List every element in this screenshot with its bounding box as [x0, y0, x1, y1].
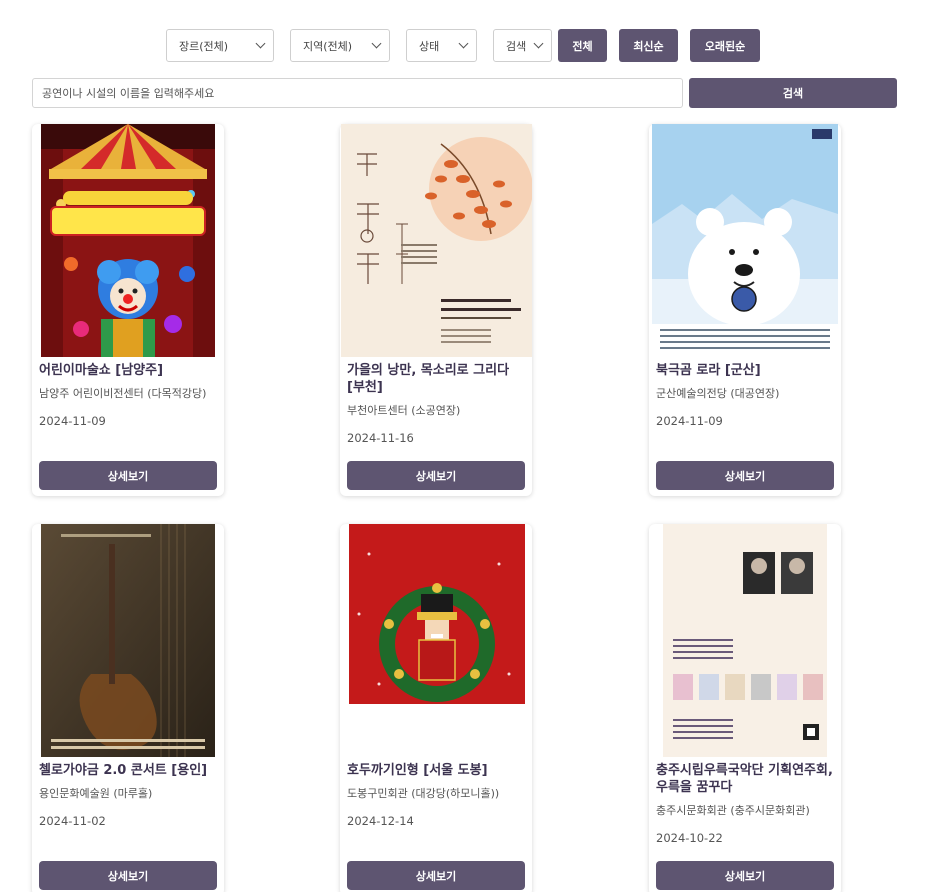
search-placeholder: 공연이나 시설의 이름을 입력해주세요	[42, 87, 215, 100]
region-select[interactable]: 지역(전체)	[290, 29, 390, 62]
card-title-text: 북극곰 로라 [군산]	[656, 363, 761, 378]
poster-image[interactable]	[652, 124, 838, 357]
status-select[interactable]: 상태	[406, 29, 477, 62]
card-venue: 충주시문화회관 (충주시문화회관)	[656, 804, 810, 817]
card-title[interactable]: 충주시립우륵국악단 기획연주회, 우륵을 꿈꾸다 충주시문화회관 (충주시문화회…	[656, 762, 838, 847]
card-date: 2024-11-02	[39, 814, 106, 828]
status-select-label: 상태	[419, 39, 440, 53]
oldest-button[interactable]: 오래된순	[690, 29, 760, 62]
card-title[interactable]: 호두까기인형 [서울 도봉] 도봉구민회관 (대강당(하모니홀)) 2024-1…	[347, 762, 529, 830]
detail-button[interactable]: 상세보기	[656, 861, 834, 890]
card-date: 2024-12-14	[347, 814, 414, 828]
card-venue: 용인문화예술원 (마루홀)	[39, 787, 153, 800]
performance-card[interactable]: 어린이마술쇼 [남양주] 남양주 어린이비전센터 (다목적강당) 2024-11…	[32, 124, 224, 496]
detail-button[interactable]: 상세보기	[39, 461, 217, 490]
genre-select-label: 장르(전체)	[179, 39, 229, 53]
card-venue: 남양주 어린이비전센터 (다목적강당)	[39, 387, 207, 400]
detail-button[interactable]: 상세보기	[347, 861, 525, 890]
poster-image[interactable]	[349, 524, 525, 757]
filter-bar: 장르(전체) 지역(전체) 상태 검색 전체 최신순 오래된순	[166, 29, 772, 62]
poster-image[interactable]	[341, 124, 532, 357]
poster-image[interactable]	[663, 524, 827, 757]
chevron-down-icon	[255, 38, 266, 49]
poster-image[interactable]	[41, 124, 215, 357]
chevron-down-icon	[533, 38, 544, 49]
card-venue: 도봉구민회관 (대강당(하모니홀))	[347, 787, 500, 800]
chevron-down-icon	[371, 38, 382, 49]
genre-select[interactable]: 장르(전체)	[166, 29, 274, 62]
card-venue: 부천아트센터 (소공연장)	[347, 404, 461, 417]
card-date: 2024-11-09	[656, 414, 723, 428]
card-title[interactable]: 가을의 낭만, 목소리로 그리다 [부천] 부천아트센터 (소공연장) 2024…	[347, 362, 529, 447]
search-type-label: 검색	[506, 39, 527, 53]
performance-card[interactable]: 북극곰 로라 [군산] 군산예술의전당 (대공연장) 2024-11-09 상세…	[649, 124, 841, 496]
search-button[interactable]: 검색	[689, 78, 897, 108]
card-title-text: 어린이마술쇼 [남양주]	[39, 363, 164, 378]
detail-button[interactable]: 상세보기	[39, 861, 217, 890]
detail-button[interactable]: 상세보기	[347, 461, 525, 490]
card-date: 2024-10-22	[656, 831, 723, 845]
chevron-down-icon	[458, 38, 469, 49]
card-title-text: 첼로가야금 2.0 콘서트 [용인]	[39, 763, 208, 778]
performance-card[interactable]: 가을의 낭만, 목소리로 그리다 [부천] 부천아트센터 (소공연장) 2024…	[340, 124, 532, 496]
performance-card[interactable]: 첼로가야금 2.0 콘서트 [용인] 용인문화예술원 (마루홀) 2024-11…	[32, 524, 224, 892]
detail-button[interactable]: 상세보기	[656, 461, 834, 490]
latest-button[interactable]: 최신순	[619, 29, 678, 62]
card-title[interactable]: 북극곰 로라 [군산] 군산예술의전당 (대공연장) 2024-11-09	[656, 362, 838, 430]
card-title-text: 호두까기인형 [서울 도봉]	[347, 763, 488, 778]
card-title-text: 충주시립우륵국악단 기획연주회, 우륵을 꿈꾸다	[656, 763, 833, 795]
card-title-text: 가을의 낭만, 목소리로 그리다 [부천]	[347, 363, 510, 395]
performance-card[interactable]: 호두까기인형 [서울 도봉] 도봉구민회관 (대강당(하모니홀)) 2024-1…	[340, 524, 532, 892]
search-type-select[interactable]: 검색	[493, 29, 552, 62]
card-date: 2024-11-16	[347, 431, 414, 445]
card-title[interactable]: 첼로가야금 2.0 콘서트 [용인] 용인문화예술원 (마루홀) 2024-11…	[39, 762, 221, 830]
poster-image[interactable]	[41, 524, 215, 757]
performance-card[interactable]: 충주시립우륵국악단 기획연주회, 우륵을 꿈꾸다 충주시문화회관 (충주시문화회…	[649, 524, 841, 892]
card-date: 2024-11-09	[39, 414, 106, 428]
all-button[interactable]: 전체	[558, 29, 607, 62]
card-venue: 군산예술의전당 (대공연장)	[656, 387, 780, 400]
card-title[interactable]: 어린이마술쇼 [남양주] 남양주 어린이비전센터 (다목적강당) 2024-11…	[39, 362, 221, 430]
search-input[interactable]: 공연이나 시설의 이름을 입력해주세요	[32, 78, 683, 108]
region-select-label: 지역(전체)	[303, 39, 353, 53]
